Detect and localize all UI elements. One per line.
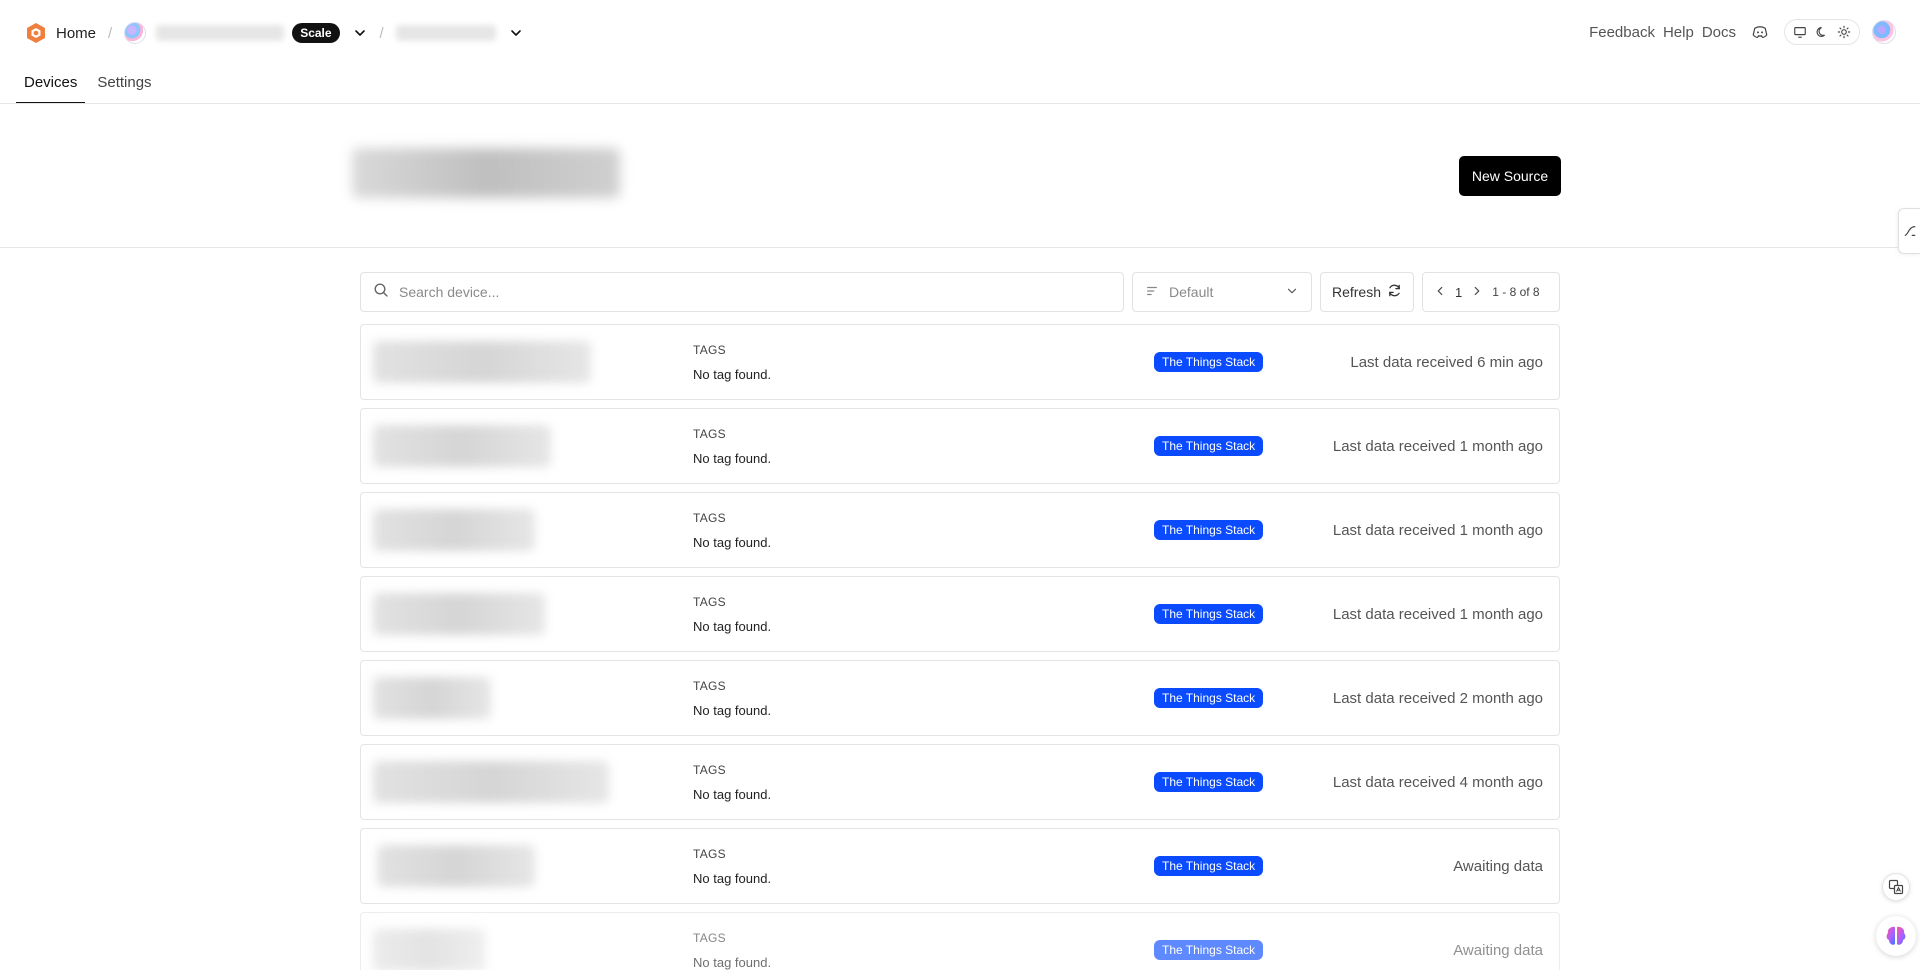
tab-devices[interactable]: Devices <box>16 70 86 104</box>
refresh-icon <box>1387 283 1402 301</box>
device-toolbar: Default Refresh 1 1 - 8 of 8 <box>360 272 1560 312</box>
docs-link[interactable]: Docs <box>1702 24 1736 41</box>
device-status: Last data received 1 month ago <box>1332 522 1543 539</box>
organization-name-redacted[interactable] <box>156 25 285 41</box>
device-row[interactable]: TAGS No tag found. The Things Stack Last… <box>360 492 1560 568</box>
chevron-down-icon[interactable] <box>352 25 368 41</box>
sort-select[interactable]: Default <box>1132 272 1312 312</box>
source-badge: The Things Stack <box>1154 436 1264 456</box>
tags-label: TAGS <box>693 763 726 777</box>
tags-value: No tag found. <box>693 451 772 466</box>
search-input[interactable] <box>399 284 1099 300</box>
brain-icon[interactable] <box>1876 916 1916 956</box>
device-row[interactable]: TAGS No tag found. The Things Stack Awai… <box>360 828 1560 904</box>
tags-value: No tag found. <box>693 787 772 802</box>
source-badge: The Things Stack <box>1154 940 1264 960</box>
home-link[interactable]: Home <box>56 25 96 42</box>
sort-value: Default <box>1169 284 1214 300</box>
top-bar: Home / Scale / Feedback Help Docs <box>0 0 1920 64</box>
source-badge: The Things Stack <box>1154 352 1264 372</box>
device-row[interactable]: TAGS No tag found. The Things Stack Last… <box>360 744 1560 820</box>
help-link[interactable]: Help <box>1663 24 1694 41</box>
device-row[interactable]: TAGS No tag found. The Things Stack Last… <box>360 576 1560 652</box>
search-icon <box>373 282 389 303</box>
source-badge: The Things Stack <box>1154 688 1264 708</box>
device-name-redacted <box>373 425 551 467</box>
device-status: Awaiting data <box>1453 858 1543 875</box>
device-name-redacted <box>373 509 535 551</box>
hexagon-logo-icon[interactable] <box>24 21 48 45</box>
device-name-redacted <box>377 845 535 887</box>
device-status: Last data received 4 month ago <box>1332 774 1543 791</box>
moon-icon[interactable] <box>1811 21 1833 43</box>
page-title-redacted <box>352 148 620 198</box>
current-page: 1 <box>1455 284 1463 300</box>
new-source-button[interactable]: New Source <box>1459 156 1561 196</box>
chevron-down-icon[interactable] <box>508 25 524 41</box>
sun-icon[interactable] <box>1833 21 1855 43</box>
tab-bar: Devices Settings <box>16 70 164 104</box>
side-panel-toggle[interactable] <box>1898 208 1920 254</box>
organization-avatar[interactable] <box>124 22 147 44</box>
device-row[interactable]: TAGS No tag found. The Things Stack Last… <box>360 324 1560 400</box>
source-badge: The Things Stack <box>1154 856 1264 876</box>
source-badge: The Things Stack <box>1154 520 1264 540</box>
device-status: Last data received 1 month ago <box>1332 606 1543 623</box>
page-range: 1 - 8 of 8 <box>1492 285 1540 299</box>
divider <box>0 103 1920 104</box>
pagination: 1 1 - 8 of 8 <box>1422 272 1560 312</box>
breadcrumb-separator: / <box>379 24 384 42</box>
breadcrumb-separator: / <box>108 24 113 42</box>
feedback-link[interactable]: Feedback <box>1589 24 1655 41</box>
tags-label: TAGS <box>693 931 726 945</box>
translate-icon[interactable] <box>1882 873 1910 901</box>
chevron-left-icon[interactable] <box>1433 284 1447 301</box>
device-status: Awaiting data <box>1453 942 1543 959</box>
tags-value: No tag found. <box>693 619 772 634</box>
device-name-redacted <box>373 593 545 635</box>
refresh-button[interactable]: Refresh <box>1320 272 1414 312</box>
project-name-redacted[interactable] <box>395 25 496 41</box>
tags-label: TAGS <box>693 343 726 357</box>
tags-label: TAGS <box>693 427 726 441</box>
device-row[interactable]: TAGS No tag found. The Things Stack Last… <box>360 660 1560 736</box>
theme-switcher <box>1784 19 1860 45</box>
device-name-redacted <box>373 341 591 383</box>
source-badge: The Things Stack <box>1154 772 1264 792</box>
curve-chart-icon <box>1904 226 1915 236</box>
tags-value: No tag found. <box>693 703 772 718</box>
chevron-right-icon[interactable] <box>1470 284 1484 301</box>
tags-value: No tag found. <box>693 535 772 550</box>
tags-value: No tag found. <box>693 871 772 886</box>
plan-badge: Scale <box>292 23 340 43</box>
device-status: Last data received 2 month ago <box>1332 690 1543 707</box>
tab-settings[interactable]: Settings <box>89 70 159 104</box>
tags-value: No tag found. <box>693 367 772 382</box>
monitor-icon[interactable] <box>1789 21 1811 43</box>
tags-label: TAGS <box>693 679 726 693</box>
device-name-redacted <box>373 929 485 970</box>
top-right-controls: Feedback Help Docs <box>1581 18 1896 46</box>
chevron-down-icon <box>1285 284 1299 301</box>
sort-lines-icon <box>1145 284 1159 301</box>
discord-icon[interactable] <box>1746 18 1774 46</box>
user-avatar[interactable] <box>1872 20 1896 44</box>
device-status: Last data received 1 month ago <box>1332 438 1543 455</box>
search-box <box>360 272 1124 312</box>
divider <box>0 247 1920 248</box>
device-list: TAGS No tag found. The Things Stack Last… <box>360 324 1560 970</box>
device-row[interactable]: TAGS No tag found. The Things Stack Awai… <box>360 912 1560 970</box>
breadcrumb: Home / Scale / <box>24 20 524 46</box>
device-name-redacted <box>373 677 491 719</box>
tags-label: TAGS <box>693 511 726 525</box>
device-status: Last data received 6 min ago <box>1350 354 1543 371</box>
tags-label: TAGS <box>693 595 726 609</box>
refresh-label: Refresh <box>1331 284 1382 300</box>
tags-label: TAGS <box>693 847 726 861</box>
tags-value: No tag found. <box>693 955 772 970</box>
source-badge: The Things Stack <box>1154 604 1264 624</box>
device-row[interactable]: TAGS No tag found. The Things Stack Last… <box>360 408 1560 484</box>
device-name-redacted <box>373 761 609 803</box>
